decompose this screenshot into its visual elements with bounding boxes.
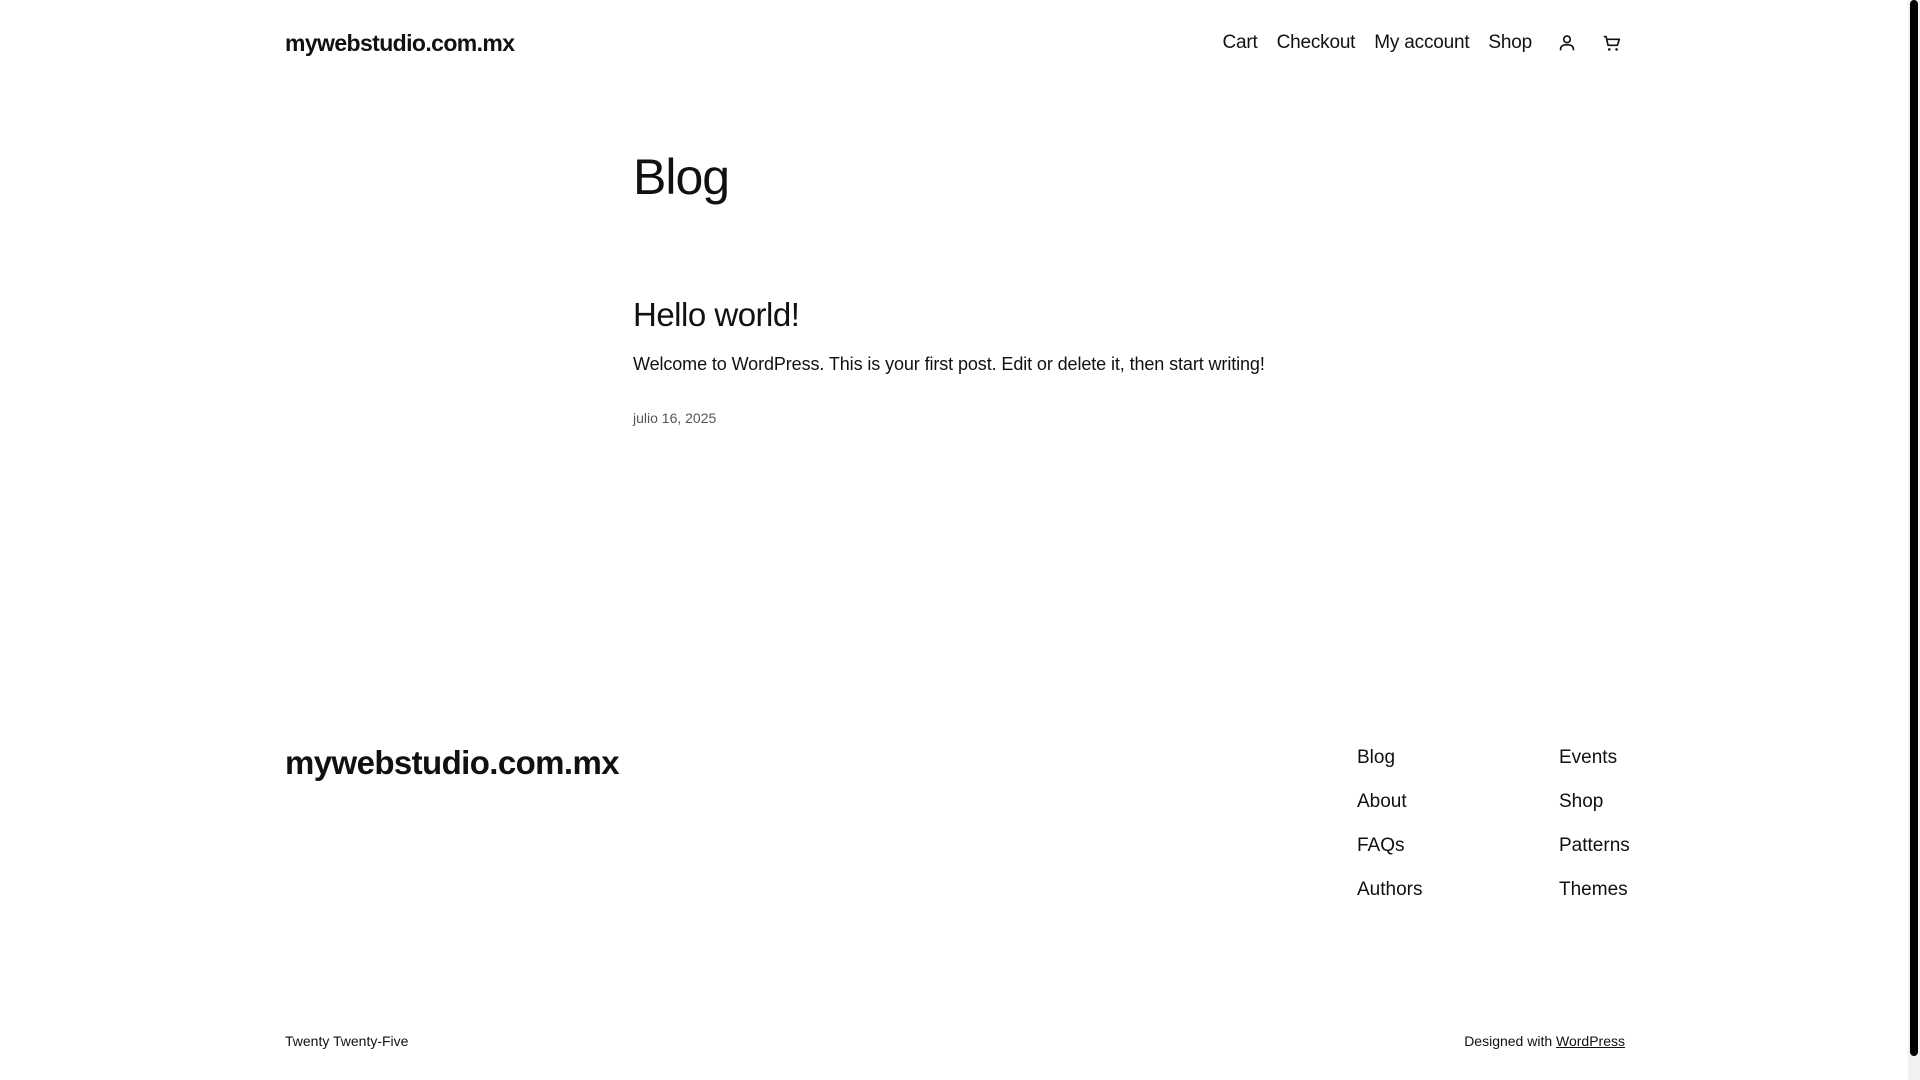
site-header: mywebstudio.com.mx Cart Checkout My acco…	[285, 0, 1625, 86]
nav-checkout-link[interactable]: Checkout	[1277, 32, 1356, 54]
footer-link-themes[interactable]: Themes	[1559, 879, 1630, 901]
site-title-link[interactable]: mywebstudio.com.mx	[285, 30, 515, 57]
nav-shop-link[interactable]: Shop	[1488, 32, 1532, 54]
footer-link-shop[interactable]: Shop	[1559, 791, 1630, 813]
footer-nav-column-2: Events Shop Patterns Themes	[1559, 747, 1630, 901]
scrollbar-thumb[interactable]	[1910, 0, 1918, 1056]
header-icons	[1553, 30, 1625, 57]
footer-link-faqs[interactable]: FAQs	[1357, 835, 1422, 857]
footer-credits: Designed with WordPress	[1464, 1033, 1625, 1049]
footer-nav-column-1: Blog About FAQs Authors	[1357, 747, 1422, 901]
nav-cart-link[interactable]: Cart	[1222, 32, 1257, 54]
footer-link-blog[interactable]: Blog	[1357, 747, 1422, 769]
footer-link-patterns[interactable]: Patterns	[1559, 835, 1630, 857]
post-excerpt: Welcome to WordPress. This is your first…	[633, 354, 1265, 374]
post-date-link[interactable]: julio 16, 2025	[633, 410, 716, 426]
footer-link-about[interactable]: About	[1357, 791, 1422, 813]
footer-link-events[interactable]: Events	[1559, 747, 1630, 769]
nav-my-account-link[interactable]: My account	[1374, 32, 1469, 54]
page: mywebstudio.com.mx Cart Checkout My acco…	[0, 0, 1920, 1080]
footer-link-authors[interactable]: Authors	[1357, 879, 1422, 901]
footer-site-title-link[interactable]: mywebstudio.com.mx	[285, 746, 620, 779]
credit-prefix: Designed with	[1464, 1033, 1553, 1049]
post-title-link[interactable]: Hello world!	[633, 298, 800, 331]
header-nav: Cart Checkout My account Shop	[1222, 30, 1625, 57]
wordpress-credit-link[interactable]: WordPress	[1556, 1033, 1625, 1049]
page-title: Blog	[633, 149, 730, 205]
theme-name: Twenty Twenty-Five	[285, 1033, 409, 1049]
footer-bottom: Twenty Twenty-Five Designed with WordPre…	[285, 1033, 1625, 1049]
account-icon[interactable]	[1553, 30, 1580, 57]
cart-icon[interactable]	[1598, 30, 1625, 57]
vertical-scrollbar[interactable]	[1908, 0, 1920, 1080]
